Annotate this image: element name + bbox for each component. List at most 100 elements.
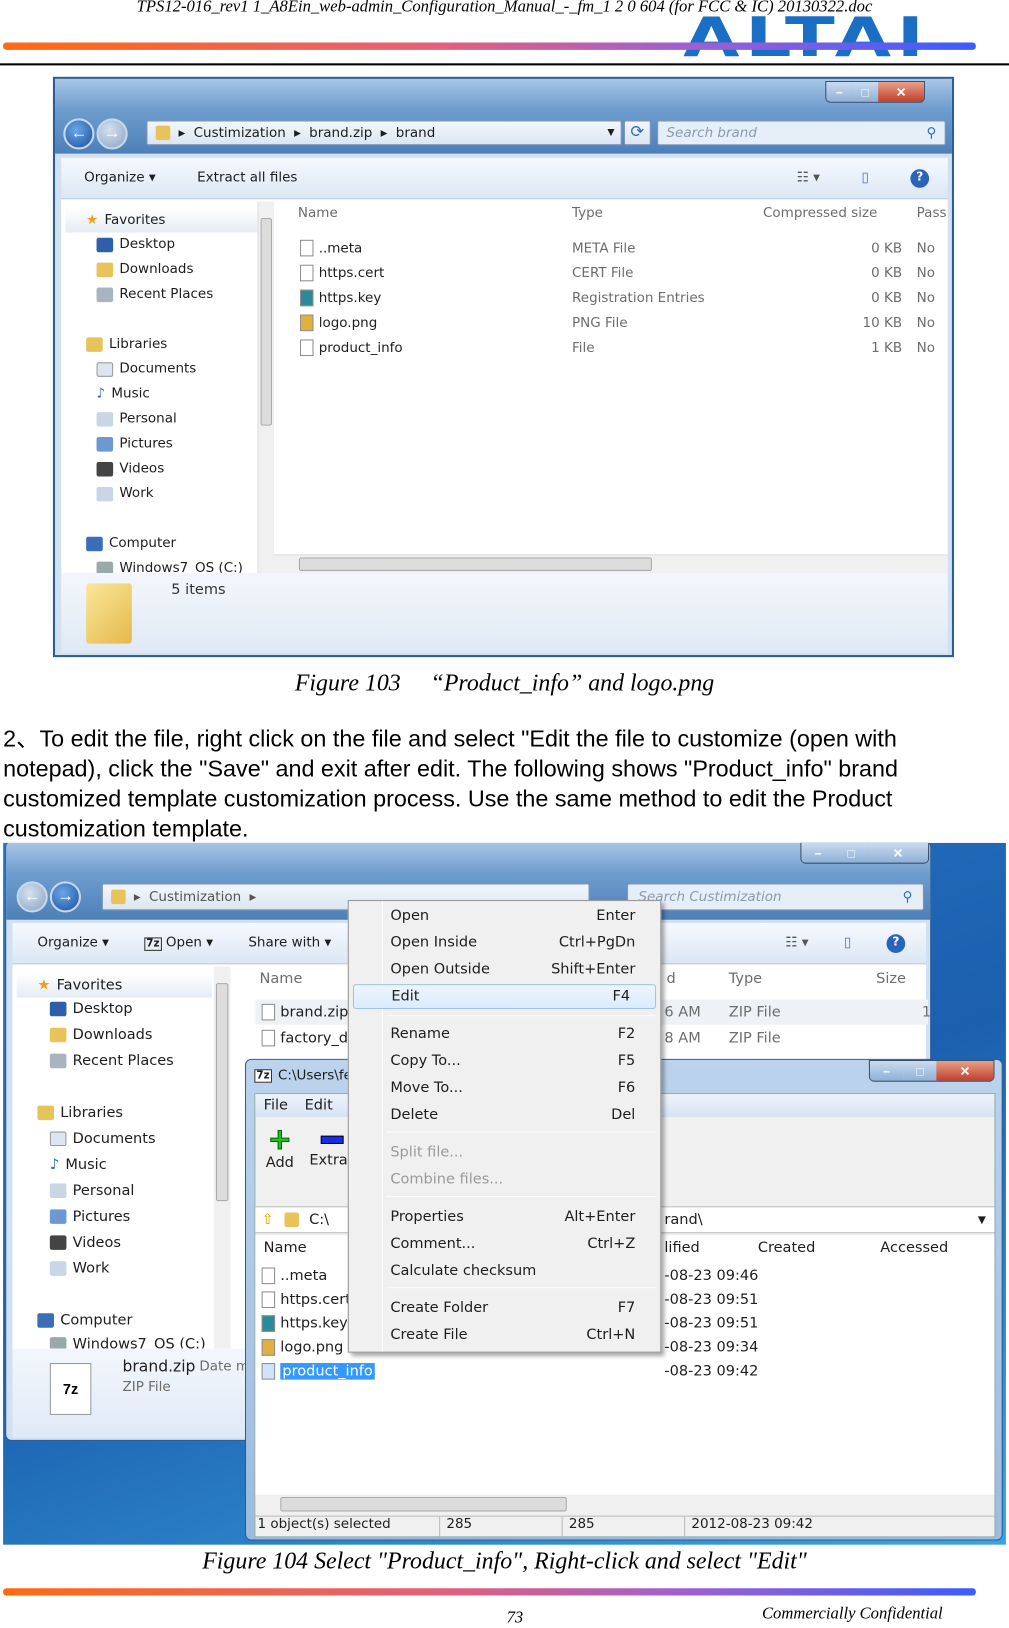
menu-item-open-inside[interactable]: Open Inside Ctrl+PgDn bbox=[349, 930, 660, 955]
nav-scrollbar[interactable] bbox=[257, 201, 275, 574]
preview-pane-icon[interactable]: ▯ bbox=[861, 170, 868, 186]
nav-work[interactable]: Work bbox=[96, 486, 154, 501]
column-header-type[interactable]: Type bbox=[572, 206, 603, 222]
menu-item-open-outside[interactable]: Open Outside Shift+Enter bbox=[349, 957, 660, 982]
file-row[interactable]: ..meta META File 0 KB No bbox=[300, 237, 944, 260]
menu-item-calculate-checksum[interactable]: Calculate checksum bbox=[349, 1258, 660, 1283]
address-bar[interactable]: ▸ Custimization ▸ brand.zip ▸ brand ▼ bbox=[146, 120, 622, 146]
nav-pictures[interactable]: Pictures bbox=[49, 1208, 130, 1225]
nav-desktop[interactable]: Desktop bbox=[96, 237, 175, 252]
menu-item-delete[interactable]: Delete Del bbox=[349, 1102, 660, 1127]
nav-drive-c[interactable]: Windows7_OS (C:) bbox=[96, 561, 243, 574]
menu-file[interactable]: File bbox=[264, 1097, 288, 1114]
nav-libraries[interactable]: Libraries bbox=[37, 1105, 123, 1121]
column-header-name[interactable]: Name bbox=[264, 1239, 307, 1256]
nav-favorites[interactable]: ★ Favorites bbox=[16, 972, 212, 998]
nav-drive-c[interactable]: Windows7_OS (C:) bbox=[49, 1336, 206, 1349]
share-with-button[interactable]: Share with ▾ bbox=[248, 935, 331, 951]
minimize-button[interactable]: – bbox=[869, 1060, 904, 1081]
menu-item-move-to[interactable]: Move To... F6 bbox=[349, 1075, 660, 1100]
minimize-button[interactable]: – bbox=[826, 82, 853, 102]
nav-libraries[interactable]: Libraries bbox=[86, 336, 167, 352]
help-icon[interactable]: ? bbox=[886, 933, 906, 953]
maximize-button[interactable]: □ bbox=[903, 1060, 937, 1081]
organize-button[interactable]: Organize ▾ bbox=[84, 170, 156, 186]
menu-item-edit[interactable]: Edit F4 bbox=[352, 984, 657, 1010]
file-row[interactable]: product_info -08-23 09:42 bbox=[261, 1360, 989, 1383]
nav-computer[interactable]: Computer bbox=[86, 536, 176, 551]
file-row[interactable]: https.cert CERT File 0 KB No bbox=[300, 262, 944, 285]
maximize-button[interactable]: □ bbox=[834, 842, 868, 863]
column-header-accessed[interactable]: Accessed bbox=[880, 1239, 948, 1256]
menu-item-create-folder[interactable]: Create Folder F7 bbox=[349, 1296, 660, 1321]
search-input[interactable]: Search brand ⚲ bbox=[657, 120, 946, 146]
open-button[interactable]: 7z Open ▾ bbox=[144, 935, 213, 951]
menu-item-rename[interactable]: Rename F2 bbox=[349, 1021, 660, 1046]
column-header-size[interactable]: Size bbox=[876, 971, 906, 988]
nav-videos[interactable]: Videos bbox=[96, 461, 164, 476]
breadcrumb-item[interactable]: Custimization bbox=[194, 125, 286, 141]
breadcrumb-item[interactable]: brand.zip bbox=[309, 125, 372, 141]
nav-personal[interactable]: Personal bbox=[49, 1182, 135, 1199]
refresh-button[interactable]: ⟳ bbox=[623, 120, 651, 146]
forward-button[interactable]: → bbox=[49, 881, 81, 913]
nav-favorites[interactable]: ★ Favorites bbox=[65, 207, 259, 233]
column-header-created[interactable]: Created bbox=[758, 1239, 816, 1256]
file-row[interactable]: https.key Registration Entries 0 KB No bbox=[300, 287, 944, 310]
nav-downloads[interactable]: Downloads bbox=[49, 1027, 153, 1043]
chevron-down-icon[interactable]: ▼ bbox=[607, 128, 614, 138]
nav-recent-places[interactable]: Recent Places bbox=[96, 287, 213, 302]
column-header-name[interactable]: Name bbox=[298, 206, 338, 222]
nav-documents[interactable]: Documents bbox=[96, 361, 196, 377]
help-icon[interactable]: ? bbox=[910, 168, 930, 188]
breadcrumb-item[interactable]: brand bbox=[396, 125, 436, 141]
back-button[interactable]: ← bbox=[63, 118, 95, 150]
horizontal-scrollbar[interactable] bbox=[274, 554, 948, 574]
menu-item-split-file[interactable]: Split file... bbox=[349, 1140, 660, 1165]
column-header-name[interactable]: Name bbox=[260, 971, 303, 988]
back-button[interactable]: ← bbox=[16, 881, 48, 913]
close-button[interactable]: ✕ bbox=[867, 842, 929, 863]
nav-personal[interactable]: Personal bbox=[96, 411, 177, 427]
nav-desktop[interactable]: Desktop bbox=[49, 1001, 133, 1017]
preview-pane-icon[interactable]: ▯ bbox=[844, 935, 851, 951]
views-icon[interactable]: ☷ ▾ bbox=[797, 170, 820, 186]
menu-item-open[interactable]: Open Enter bbox=[349, 903, 660, 928]
column-header-password[interactable]: Pass bbox=[917, 206, 950, 222]
menu-item-copy-to[interactable]: Copy To... F5 bbox=[349, 1048, 660, 1073]
nav-music[interactable]: ♪ Music bbox=[50, 1156, 107, 1173]
breadcrumb-item[interactable]: Custimization bbox=[149, 889, 241, 905]
menu-item-create-file[interactable]: Create File Ctrl+N bbox=[349, 1323, 660, 1348]
file-row[interactable]: product_info File 1 KB No bbox=[300, 336, 944, 359]
menu-item-properties[interactable]: Properties Alt+Enter bbox=[349, 1204, 660, 1229]
column-header-date[interactable]: d bbox=[666, 971, 675, 988]
menu-item-comment[interactable]: Comment... Ctrl+Z bbox=[349, 1231, 660, 1256]
column-header-compressed-size[interactable]: Compressed size bbox=[763, 206, 877, 222]
nav-recent-places[interactable]: Recent Places bbox=[49, 1053, 174, 1069]
extract-all-button[interactable]: Extract all files bbox=[197, 170, 297, 186]
nav-documents[interactable]: Documents bbox=[49, 1130, 156, 1147]
search-input[interactable]: Search Custimization ⚲ bbox=[627, 883, 924, 911]
forward-button[interactable]: → bbox=[96, 118, 128, 150]
nav-pictures[interactable]: Pictures bbox=[96, 436, 173, 452]
views-icon[interactable]: ☷ ▾ bbox=[785, 935, 808, 951]
nav-work[interactable]: Work bbox=[49, 1260, 109, 1277]
nav-music[interactable]: ♪ Music bbox=[97, 386, 150, 402]
nav-scrollbar[interactable] bbox=[213, 966, 231, 1349]
nav-videos[interactable]: Videos bbox=[49, 1234, 121, 1251]
horizontal-scrollbar[interactable] bbox=[255, 1494, 995, 1514]
close-button[interactable]: ✕ bbox=[936, 1060, 994, 1081]
add-button[interactable]: + Add bbox=[266, 1124, 294, 1171]
nav-computer[interactable]: Computer bbox=[37, 1312, 132, 1329]
column-header-modified[interactable]: lified bbox=[664, 1239, 699, 1256]
nav-downloads[interactable]: Downloads bbox=[96, 262, 194, 277]
menu-item-combine-files[interactable]: Combine files... bbox=[349, 1167, 660, 1192]
chevron-down-icon[interactable]: ▼ bbox=[978, 1214, 986, 1225]
maximize-button[interactable]: □ bbox=[852, 82, 879, 102]
menu-edit[interactable]: Edit bbox=[305, 1097, 333, 1114]
organize-button[interactable]: Organize ▾ bbox=[37, 935, 109, 951]
close-button[interactable]: ✕ bbox=[878, 82, 924, 102]
column-header-type[interactable]: Type bbox=[729, 971, 762, 988]
minimize-button[interactable]: – bbox=[801, 842, 835, 863]
file-row[interactable]: logo.png PNG File 10 KB No bbox=[300, 311, 944, 334]
